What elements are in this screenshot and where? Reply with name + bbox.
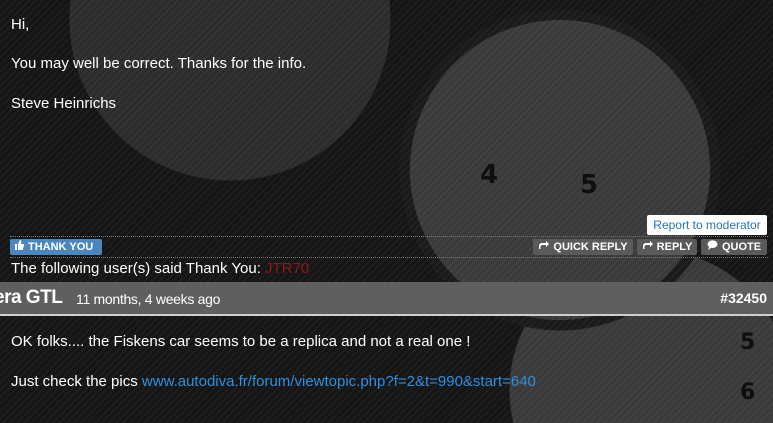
quick-reply-button[interactable]: QUICK REPLY: [533, 239, 633, 255]
post-author[interactable]: era GTL: [0, 287, 63, 309]
post-greeting: Hi,: [11, 16, 30, 33]
thanks-list: The following user(s) said Thank You: JT…: [11, 260, 309, 277]
post-text-with-link: Just check the pics www.autodiva.fr/foru…: [11, 373, 536, 390]
thumbs-up-icon: [14, 239, 25, 255]
reply-label: REPLY: [656, 241, 693, 253]
external-link[interactable]: www.autodiva.fr/forum/viewtopic.php?f=2&…: [142, 373, 536, 390]
speech-bubble-icon: [707, 239, 718, 255]
post-id-link[interactable]: #32450: [720, 290, 767, 306]
thank-you-label: THANK YOU: [28, 241, 94, 253]
post-timestamp: 11 months, 4 weeks ago: [76, 291, 221, 307]
gauge-number: 6: [740, 380, 756, 405]
reply-arrow-icon: [538, 239, 550, 255]
quote-button[interactable]: QUOTE: [701, 239, 767, 255]
post-header: era GTL 11 months, 4 weeks ago #32450: [0, 282, 773, 316]
thank-you-button[interactable]: THANK YOU: [10, 239, 102, 255]
post-text: OK folks.... the Fiskens car seems to be…: [11, 333, 471, 350]
post-text: You may well be correct. Thanks for the …: [11, 55, 307, 72]
quick-reply-label: QUICK REPLY: [553, 241, 628, 253]
post-text-prefix: Just check the pics: [11, 373, 142, 390]
reply-arrow-icon: [642, 239, 653, 255]
reply-button[interactable]: REPLY: [637, 239, 697, 255]
divider: [10, 236, 768, 237]
report-to-moderator-button[interactable]: Report to moderator: [647, 215, 767, 235]
post-signature: Steve Heinrichs: [11, 95, 117, 112]
post-message: Hi, You may well be correct. Thanks for …: [0, 0, 773, 236]
thanks-user-link[interactable]: JTR70: [265, 260, 309, 277]
quote-label: QUOTE: [721, 241, 762, 253]
thanks-label: The following user(s) said Thank You:: [11, 260, 261, 277]
divider: [10, 257, 768, 258]
gauge-number: 5: [740, 330, 756, 355]
